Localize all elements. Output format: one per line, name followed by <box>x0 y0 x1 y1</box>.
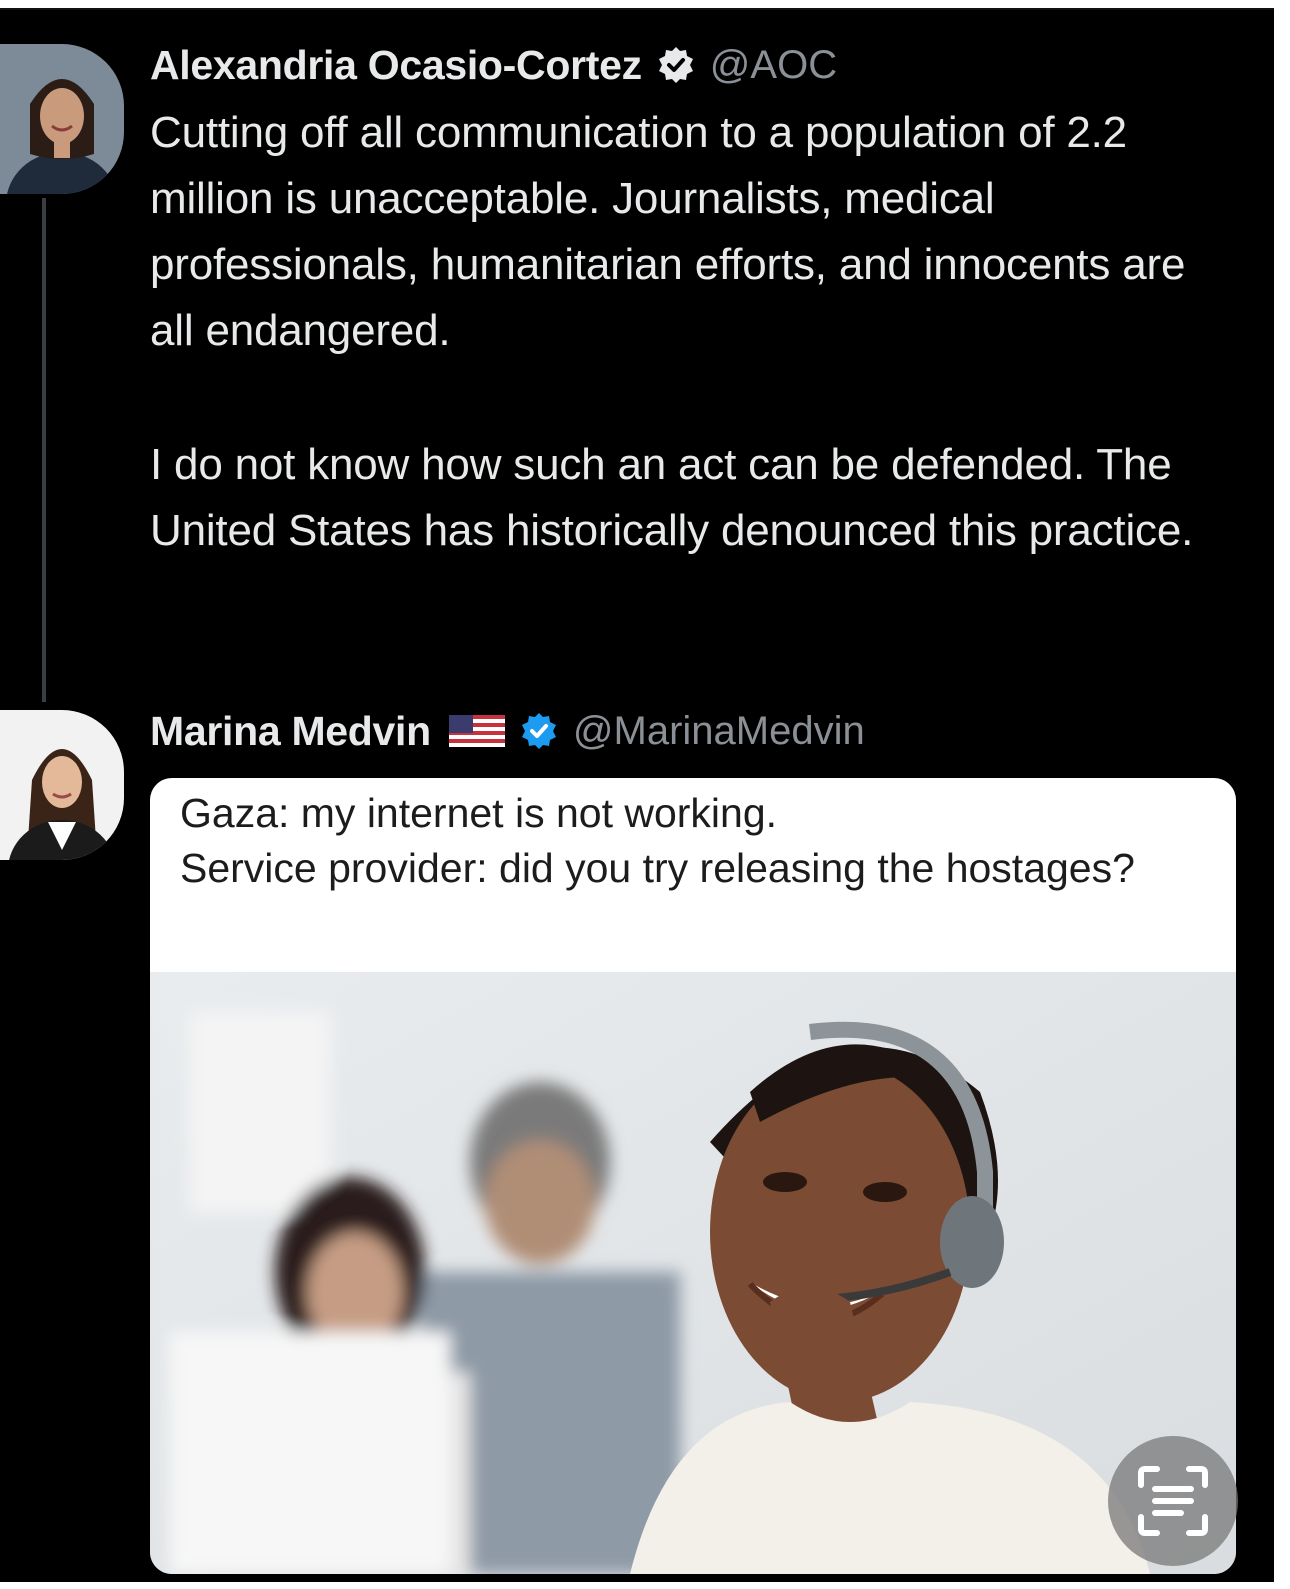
author-name[interactable]: Alexandria Ocasio-Cortez <box>150 42 642 89</box>
author-handle[interactable]: @MarinaMedvin <box>573 709 865 754</box>
verified-badge-icon <box>519 711 559 751</box>
meme-caption: Gaza: my internet is not working. Servic… <box>180 786 1200 896</box>
live-text-scan-icon <box>1138 1466 1208 1536</box>
aoc-avatar[interactable] <box>0 44 124 194</box>
caption-line: Service provider: did you try releasing … <box>180 845 1135 891</box>
marina-medvin-avatar[interactable] <box>0 710 124 860</box>
us-flag-icon <box>448 715 505 747</box>
caption-line: Gaza: my internet is not working. <box>180 790 778 836</box>
tweet-text-paragraph: Cutting off all communication to a popul… <box>150 108 1186 355</box>
tweet-header-marina: Marina Medvin @MarinaMedvin <box>150 706 865 756</box>
tweet-header-aoc: Alexandria Ocasio-Cortez @AOC <box>150 40 837 90</box>
tweet-thread: Alexandria Ocasio-Cortez @AOC Cutting of… <box>0 8 1274 1582</box>
tweet-text-paragraph: I do not know how such an act can be def… <box>150 440 1194 555</box>
live-text-scan-button[interactable] <box>1108 1436 1238 1566</box>
call-center-photo[interactable] <box>150 972 1236 1574</box>
author-handle[interactable]: @AOC <box>710 43 837 88</box>
author-name[interactable]: Marina Medvin <box>150 708 431 755</box>
tweet-media-card[interactable]: Gaza: my internet is not working. Servic… <box>150 778 1236 1574</box>
thread-connector-line <box>42 198 46 702</box>
verified-badge-icon <box>656 45 696 85</box>
